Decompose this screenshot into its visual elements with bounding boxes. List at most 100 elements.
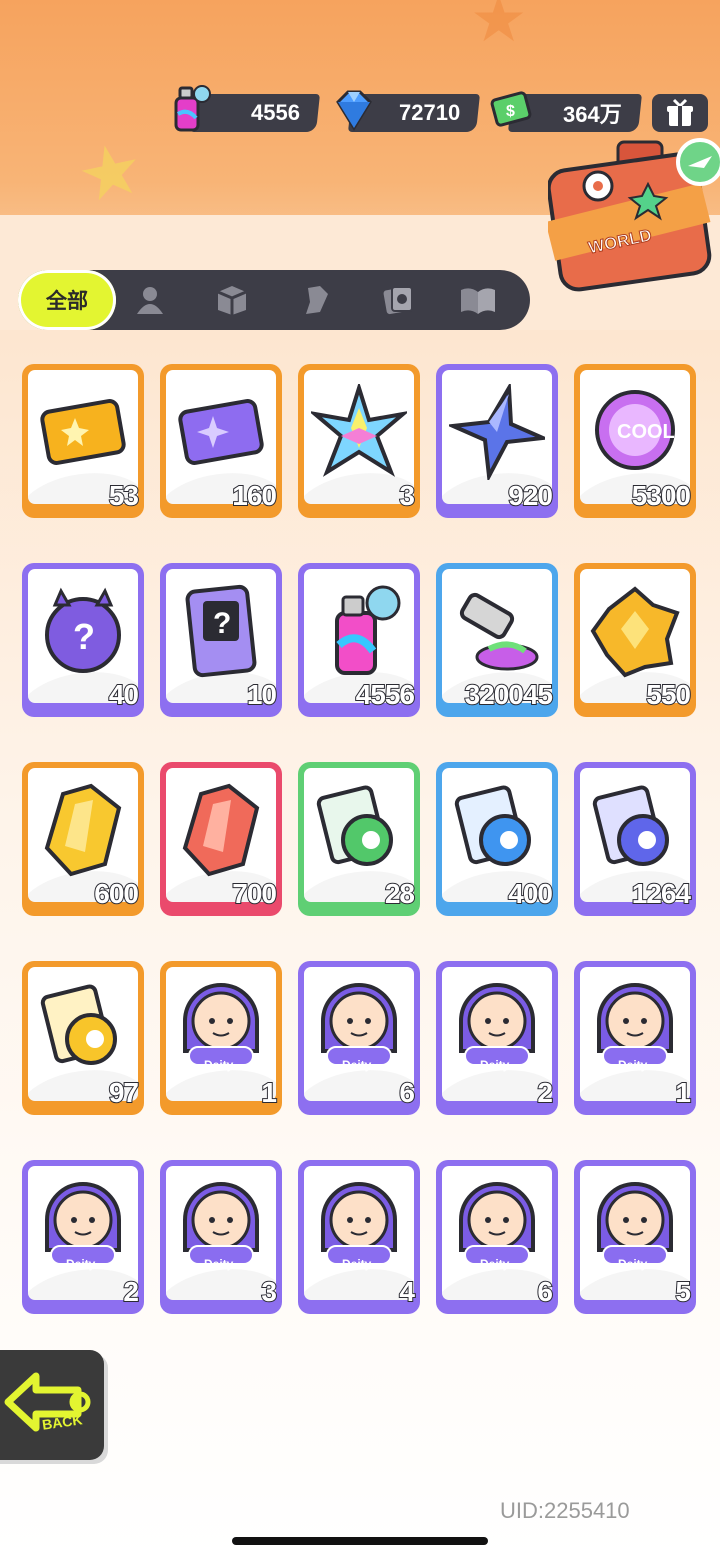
- item-count: 5: [674, 1275, 691, 1308]
- item-count: 5300: [631, 479, 692, 512]
- user-id: UID:2255410: [500, 1498, 630, 1523]
- item-card-face: Deity: [580, 1166, 690, 1300]
- deity-label: Deity: [342, 1257, 372, 1271]
- item-card-face: Deity: [304, 967, 414, 1101]
- item-card[interactable]: 160: [160, 364, 282, 518]
- tab-cards[interactable]: [378, 282, 418, 318]
- item-card[interactable]: 28: [298, 762, 420, 916]
- spray-can-icon: [311, 583, 407, 679]
- item-count: 97: [108, 1076, 140, 1109]
- deity-label: Deity: [480, 1058, 510, 1072]
- item-card-face: Deity: [166, 1166, 276, 1300]
- card-icon: [383, 286, 413, 315]
- item-card[interactable]: Deity 6: [436, 1160, 558, 1314]
- cool-badge-icon: COOL: [587, 384, 683, 480]
- yellow-crystal-icon: [35, 782, 131, 878]
- item-count: 1: [260, 1076, 277, 1109]
- item-count: 40: [108, 678, 140, 711]
- blue-star-icon: [445, 380, 551, 483]
- item-card[interactable]: 97: [22, 961, 144, 1115]
- item-card[interactable]: 4556: [298, 563, 420, 717]
- home-indicator: [232, 1537, 488, 1545]
- item-card[interactable]: Deity 1: [160, 961, 282, 1115]
- tab-collection[interactable]: [458, 282, 498, 318]
- item-card[interactable]: 920: [436, 364, 558, 518]
- item-count: 6: [536, 1275, 553, 1308]
- item-card[interactable]: 320045: [436, 563, 558, 717]
- spray-can-icon: [168, 84, 214, 134]
- item-card[interactable]: Deity 1: [574, 961, 696, 1115]
- item-count: 920: [507, 479, 554, 512]
- item-count: 3: [398, 479, 415, 512]
- shirt-icon: [306, 286, 328, 314]
- item-count: 1264: [631, 877, 692, 910]
- item-card[interactable]: 3: [298, 364, 420, 518]
- item-count: 2: [122, 1275, 139, 1308]
- item-card[interactable]: Deity 2: [436, 961, 558, 1115]
- deity-label: Deity: [204, 1257, 234, 1271]
- item-card-face: Deity: [580, 967, 690, 1101]
- item-count: 28: [384, 877, 416, 910]
- back-arrow-icon: [4, 1372, 91, 1432]
- gift-button[interactable]: [652, 94, 708, 132]
- world-badge[interactable]: WORLD: [545, 138, 720, 298]
- item-card-face: Deity: [304, 1166, 414, 1300]
- item-count: 160: [231, 479, 278, 512]
- deity-label: Deity: [66, 1257, 96, 1271]
- film-blue-icon: [449, 782, 545, 878]
- tab-outfits[interactable]: [296, 282, 336, 318]
- item-count: 1: [674, 1076, 691, 1109]
- item-card[interactable]: ? 40: [22, 563, 144, 717]
- tab-boxes[interactable]: [212, 282, 252, 318]
- svg-text:$: $: [506, 103, 515, 120]
- item-card[interactable]: Deity 6: [298, 961, 420, 1115]
- box-icon: [217, 286, 247, 315]
- item-card[interactable]: 550: [574, 563, 696, 717]
- ticket-gold-icon: [35, 384, 131, 480]
- star-decoration: ★: [470, 0, 528, 55]
- item-card[interactable]: Deity 5: [574, 1160, 696, 1314]
- person-icon: [137, 287, 163, 314]
- item-count: 400: [507, 877, 554, 910]
- item-card-face: Deity: [166, 967, 276, 1101]
- item-count: 320045: [464, 678, 554, 711]
- back-button[interactable]: BACK: [0, 1350, 104, 1460]
- svg-text:?: ?: [213, 607, 231, 640]
- film-purple-icon: [587, 782, 683, 878]
- item-card[interactable]: Deity 2: [22, 1160, 144, 1314]
- item-card[interactable]: 700: [160, 762, 282, 916]
- item-count: 4556: [355, 678, 416, 711]
- item-card[interactable]: 1264: [574, 762, 696, 916]
- item-card[interactable]: 53: [22, 364, 144, 518]
- deity-label: Deity: [342, 1058, 372, 1072]
- svg-text:COOL: COOL: [617, 421, 675, 443]
- film-green-icon: [311, 782, 407, 878]
- item-count: 53: [108, 479, 140, 512]
- film-gold-icon: [35, 981, 131, 1077]
- item-card[interactable]: 600: [22, 762, 144, 916]
- item-count: 2: [536, 1076, 553, 1109]
- deity-label: Deity: [618, 1058, 648, 1072]
- cash-icon: $: [488, 86, 534, 136]
- item-card-face: Deity: [442, 967, 552, 1101]
- item-card[interactable]: 400: [436, 762, 558, 916]
- item-card-face: Deity: [28, 1166, 138, 1300]
- tab-all[interactable]: 全部: [18, 270, 116, 330]
- item-count: 4: [398, 1275, 415, 1308]
- gold-gem-icon: [587, 583, 683, 679]
- gift-box-icon: [667, 98, 693, 126]
- deity-label: Deity: [480, 1257, 510, 1271]
- tab-characters[interactable]: [130, 282, 170, 318]
- item-card[interactable]: Deity 3: [160, 1160, 282, 1314]
- book-icon: [461, 288, 495, 314]
- rainbow-star-icon: [308, 380, 410, 480]
- item-count: 600: [93, 877, 140, 910]
- item-count: 6: [398, 1076, 415, 1109]
- item-count: 3: [260, 1275, 277, 1308]
- item-card[interactable]: Deity 4: [298, 1160, 420, 1314]
- item-card-face: Deity: [442, 1166, 552, 1300]
- diamond-icon: [330, 88, 376, 138]
- item-count: 700: [231, 877, 278, 910]
- item-card[interactable]: ? 10: [160, 563, 282, 717]
- item-card[interactable]: COOL 5300: [574, 364, 696, 518]
